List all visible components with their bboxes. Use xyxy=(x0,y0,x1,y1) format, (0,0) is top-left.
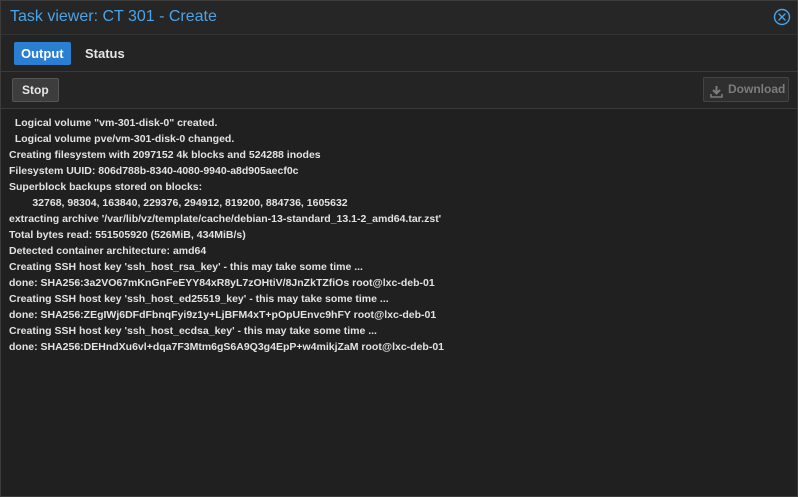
log-line: Filesystem UUID: 806d788b-8340-4080-9940… xyxy=(9,165,299,177)
download-button[interactable]: Download xyxy=(703,77,789,102)
toolbar: Stop Download xyxy=(1,72,797,109)
log-line: done: SHA256:ZEgIWj6DFdFbnqFyi9z1y+LjBFM… xyxy=(9,309,437,321)
log-line: Detected container architecture: amd64 xyxy=(9,245,207,257)
tab-status[interactable]: Status xyxy=(78,42,132,65)
close-icon[interactable] xyxy=(773,8,791,26)
log-line: 32768, 98304, 163840, 229376, 294912, 81… xyxy=(9,197,348,209)
stop-button[interactable]: Stop xyxy=(12,78,59,102)
log-line: done: SHA256:3a2VO67mKnGnFeEYY84xR8yL7zO… xyxy=(9,277,435,289)
log-line: Logical volume "vm-301-disk-0" created. xyxy=(9,117,218,129)
title-bar: Task viewer: CT 301 - Create xyxy=(1,1,797,35)
log-line: extracting archive '/var/lib/vz/template… xyxy=(9,213,442,225)
log-line: done: SHA256:DEHndXu6vl+dqa7F3Mtm6gS6A9Q… xyxy=(9,341,445,353)
log-line: Total bytes read: 551505920 (526MiB, 434… xyxy=(9,229,246,241)
task-viewer-window: Task viewer: CT 301 - Create Output Stat… xyxy=(0,0,798,497)
window-title: Task viewer: CT 301 - Create xyxy=(10,8,217,25)
tab-output[interactable]: Output xyxy=(14,42,71,65)
log-line: Creating SSH host key 'ssh_host_rsa_key'… xyxy=(9,261,363,273)
log-line: Creating SSH host key 'ssh_host_ecdsa_ke… xyxy=(9,325,377,337)
download-icon xyxy=(710,83,723,98)
log-line: Creating filesystem with 2097152 4k bloc… xyxy=(9,149,321,161)
log-line: Logical volume pve/vm-301-disk-0 changed… xyxy=(9,133,235,145)
log-line: Superblock backups stored on blocks: xyxy=(9,181,203,193)
task-output-log[interactable]: Logical volume "vm-301-disk-0" created. … xyxy=(1,109,797,496)
tab-bar: Output Status xyxy=(1,35,797,72)
log-line: Creating SSH host key 'ssh_host_ed25519_… xyxy=(9,293,389,305)
download-label: Download xyxy=(728,82,786,96)
